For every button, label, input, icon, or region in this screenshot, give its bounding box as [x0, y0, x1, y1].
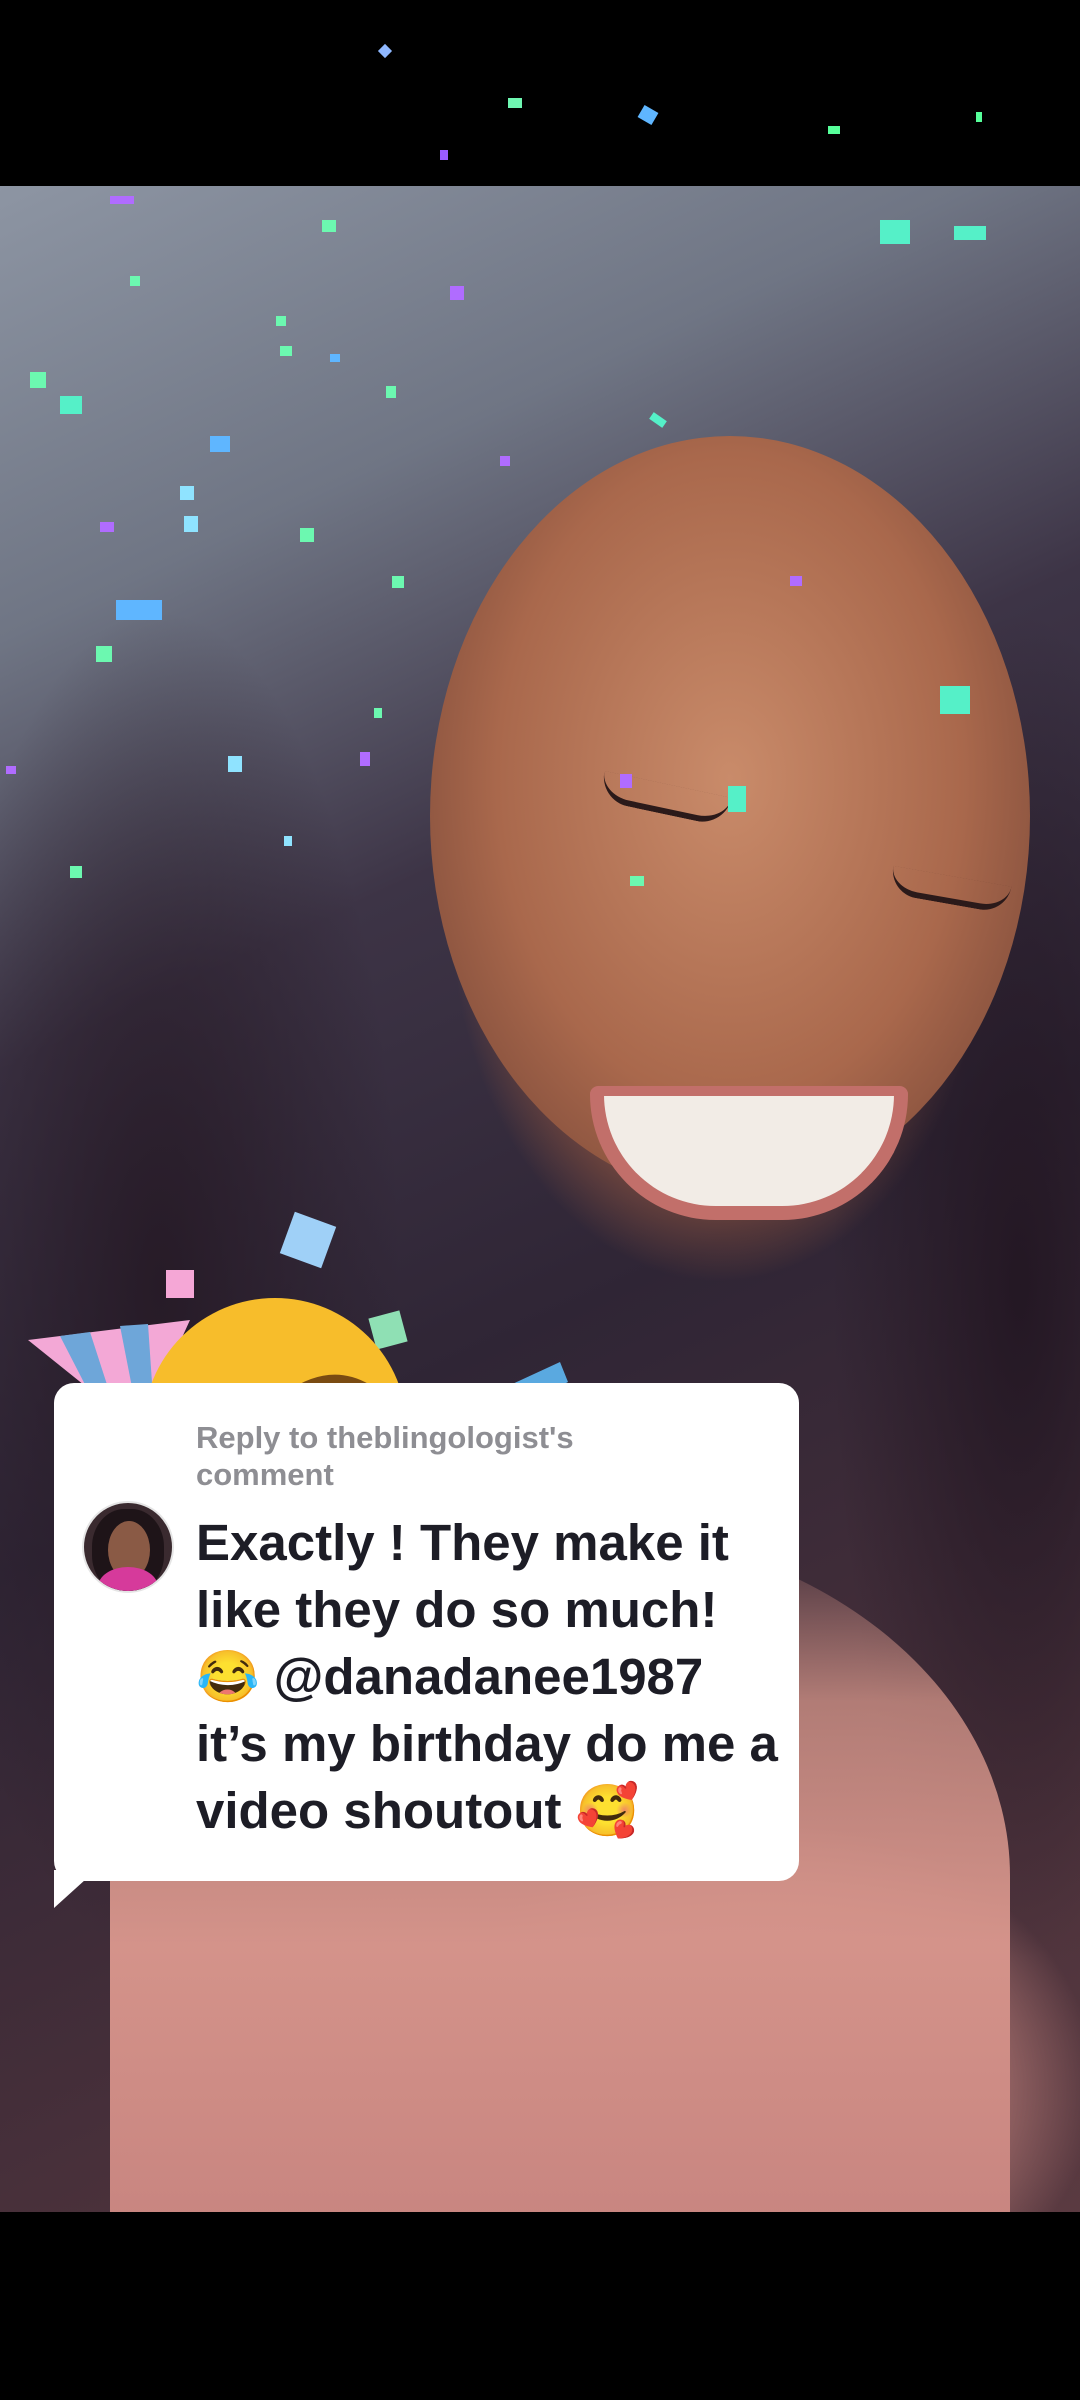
avatar [82, 1501, 174, 1593]
comment-text: Exactly ! They make it like they do so m… [196, 1514, 778, 1839]
reply-header: Reply to theblingologist's comment [196, 1420, 574, 1492]
bottom-letterbox [0, 2212, 1080, 2400]
video-screen[interactable]: Reply to theblingologist's comment Exact… [0, 0, 1080, 2400]
top-letterbox [0, 0, 1080, 186]
confetti-icon [377, 43, 982, 160]
bubble-tail [54, 1870, 96, 1908]
party-face-emoji [28, 1211, 568, 1400]
comment-bubble[interactable]: Reply to theblingologist's comment Exact… [54, 1383, 799, 1881]
video-frame: Reply to theblingologist's comment Exact… [0, 186, 1080, 2212]
